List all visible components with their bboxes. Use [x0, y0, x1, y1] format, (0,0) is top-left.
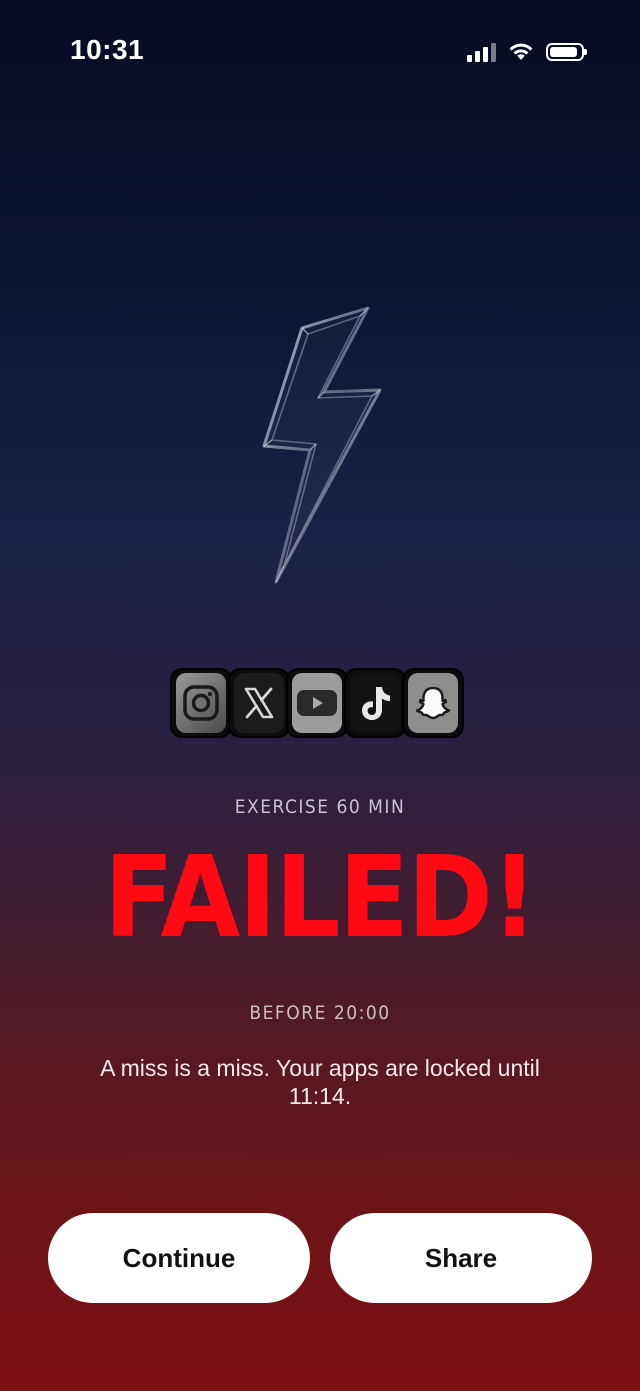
cellular-signal-icon — [467, 42, 496, 62]
snapchat-icon — [415, 686, 451, 720]
share-button[interactable]: Share — [330, 1213, 592, 1303]
x-tile — [228, 668, 290, 738]
lightning-bolt-icon — [262, 306, 382, 584]
failed-status-title: FAILED! — [103, 833, 538, 963]
continue-button[interactable]: Continue — [48, 1213, 310, 1303]
youtube-tile — [286, 668, 348, 738]
instagram-icon — [183, 685, 219, 721]
tiktok-tile — [344, 668, 406, 738]
tiktok-icon — [362, 687, 390, 720]
blocked-apps-row — [170, 668, 470, 742]
status-icons — [467, 40, 587, 64]
battery-icon — [546, 43, 587, 61]
wifi-icon — [509, 43, 533, 60]
deadline-label: BEFORE 20:00 — [249, 1002, 391, 1024]
status-time: 10:31 — [70, 34, 145, 65]
instagram-tile — [170, 668, 232, 738]
x-icon — [244, 687, 274, 719]
status-bar: 10:31 — [0, 0, 640, 100]
lock-message: A miss is a miss. Your apps are locked u… — [100, 1055, 540, 1109]
goal-label: EXERCISE 60 MIN — [234, 796, 406, 818]
youtube-icon — [297, 690, 337, 716]
snapchat-tile — [402, 668, 464, 738]
